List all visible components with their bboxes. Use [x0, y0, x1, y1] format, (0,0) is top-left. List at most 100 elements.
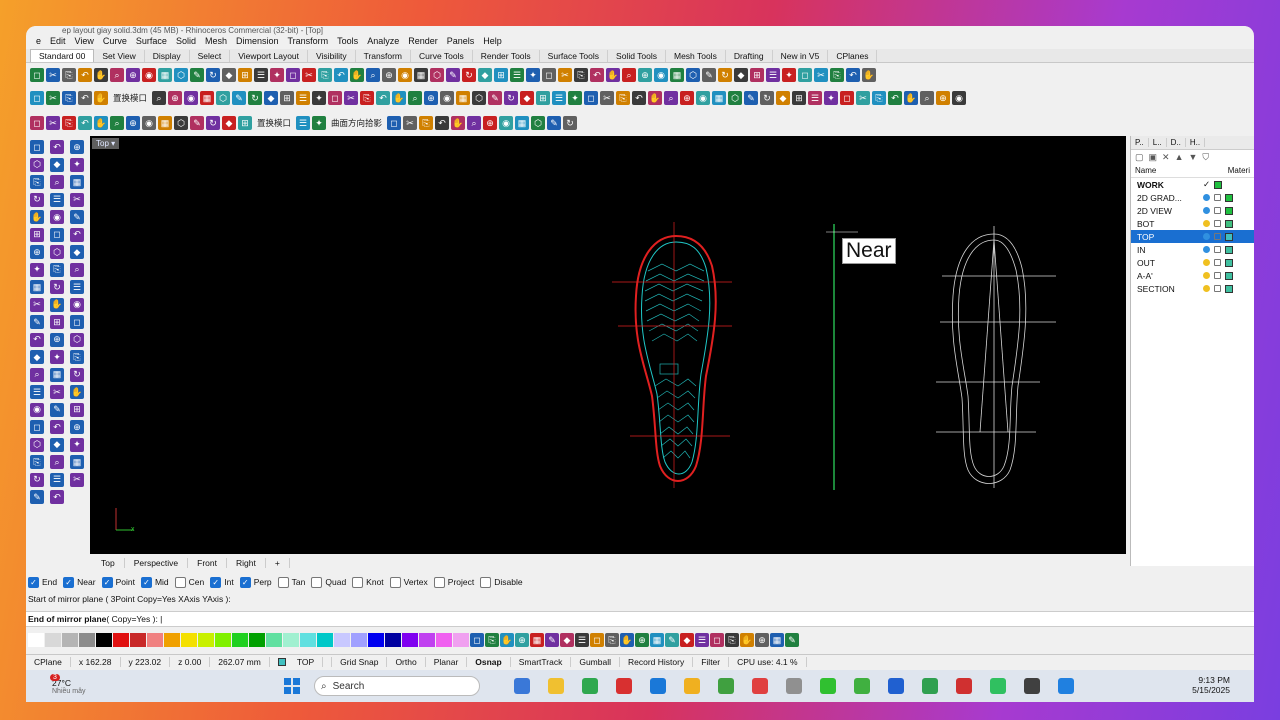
- tool-icon[interactable]: ⌕: [366, 68, 380, 82]
- tool-icon[interactable]: ◉: [952, 91, 967, 105]
- tool-icon[interactable]: ↻: [563, 116, 578, 130]
- tool-icon[interactable]: ⬡: [174, 68, 188, 82]
- tool-icon[interactable]: ↶: [846, 68, 860, 82]
- panel-tab-3[interactable]: H..: [1186, 138, 1206, 147]
- tool-icon[interactable]: ↶: [435, 116, 450, 130]
- tool-icon[interactable]: ✎: [190, 68, 204, 82]
- color-swatch[interactable]: [215, 633, 231, 647]
- tool-icon[interactable]: ⊕: [126, 68, 140, 82]
- layer-color-swatch[interactable]: [1225, 219, 1233, 228]
- color-swatch[interactable]: [28, 633, 44, 647]
- panel-tab-0[interactable]: P..: [1131, 138, 1149, 147]
- tool-icon[interactable]: ↻: [504, 91, 519, 105]
- tool-icon[interactable]: ☰: [808, 91, 823, 105]
- layer-row[interactable]: OUT: [1131, 256, 1254, 269]
- tab-render-tools[interactable]: Render Tools: [473, 49, 540, 62]
- tool-icon[interactable]: ✋: [392, 91, 407, 105]
- tool-icon[interactable]: ⎘: [725, 633, 739, 647]
- tool-icon[interactable]: ⊕: [382, 68, 396, 82]
- tool-icon[interactable]: ☰: [695, 633, 709, 647]
- tool-icon[interactable]: ◻: [542, 68, 556, 82]
- tool-icon[interactable]: ✂: [856, 91, 871, 105]
- color-swatch[interactable]: [232, 633, 248, 647]
- new-layer-icon[interactable]: ▢: [1135, 152, 1144, 163]
- tool-icon[interactable]: ↶: [334, 68, 348, 82]
- tool-icon[interactable]: ⎘: [830, 68, 844, 82]
- tool-icon[interactable]: ⎘: [70, 350, 84, 364]
- tool-icon[interactable]: ⬡: [728, 91, 743, 105]
- taskbar-app-icon[interactable]: [548, 678, 564, 694]
- tool-icon[interactable]: ✦: [568, 91, 583, 105]
- tool-icon[interactable]: ↻: [760, 91, 775, 105]
- material-column-header[interactable]: Materi: [1228, 166, 1250, 175]
- tool-icon[interactable]: ⊕: [638, 68, 652, 82]
- status-planar[interactable]: Planar: [426, 657, 468, 667]
- color-swatch[interactable]: [249, 633, 265, 647]
- tool-icon[interactable]: ✦: [70, 157, 84, 172]
- tool-icon[interactable]: ◻: [798, 68, 812, 82]
- layer-color-swatch[interactable]: [1225, 245, 1233, 254]
- tool-icon[interactable]: ▦: [70, 175, 84, 189]
- tool-icon[interactable]: ✋: [648, 91, 663, 105]
- color-swatch[interactable]: [198, 633, 214, 647]
- tab-visibility[interactable]: Visibility: [308, 49, 356, 62]
- tool-icon[interactable]: ⎘: [62, 91, 76, 105]
- layer-color-swatch[interactable]: [1225, 271, 1233, 280]
- tool-icon[interactable]: ✎: [50, 402, 64, 417]
- color-swatch[interactable]: [453, 633, 469, 647]
- osnap-mid[interactable]: ✓ Mid: [140, 576, 169, 588]
- view-tab-right[interactable]: Right: [227, 558, 266, 568]
- tool-icon[interactable]: ◉: [142, 116, 156, 130]
- tool-icon[interactable]: ⊞: [70, 402, 84, 417]
- tool-icon[interactable]: ⌕: [50, 455, 64, 469]
- tool-icon[interactable]: ⌕: [110, 116, 124, 130]
- menu-view[interactable]: View: [75, 36, 94, 46]
- status-grid-snap[interactable]: Grid Snap: [332, 657, 388, 667]
- tool-icon[interactable]: ✋: [30, 210, 44, 224]
- tab-mesh-tools[interactable]: Mesh Tools: [666, 49, 726, 62]
- tool-icon[interactable]: ✂: [344, 91, 359, 105]
- tool-icon[interactable]: ↶: [590, 68, 604, 82]
- tool-icon[interactable]: ✋: [94, 116, 108, 130]
- panel-tab-1[interactable]: L..: [1149, 138, 1167, 147]
- view-tab-perspective[interactable]: Perspective: [125, 558, 189, 568]
- tool-icon[interactable]: ✋: [94, 91, 108, 105]
- tool-icon[interactable]: ◉: [654, 68, 668, 82]
- tool-icon[interactable]: ✋: [94, 68, 108, 82]
- status-osnap[interactable]: Osnap: [467, 657, 511, 667]
- tab-transform[interactable]: Transform: [356, 49, 411, 62]
- tool-icon[interactable]: ⊕: [30, 245, 44, 259]
- osnap-disable[interactable]: Disable: [480, 576, 523, 588]
- tab-standard-00[interactable]: Standard 00: [30, 49, 95, 62]
- tool-icon[interactable]: ✂: [70, 472, 84, 487]
- taskbar-app-icon[interactable]: [684, 678, 700, 694]
- tool-icon[interactable]: ◆: [734, 68, 748, 82]
- tool-icon[interactable]: ⌕: [664, 91, 679, 105]
- taskbar-app-icon[interactable]: [616, 678, 632, 694]
- tool-icon[interactable]: ☰: [50, 472, 64, 487]
- tool-icon[interactable]: ⊞: [238, 116, 252, 130]
- tool-icon[interactable]: ▦: [515, 116, 530, 130]
- lock-icon[interactable]: [1214, 259, 1221, 266]
- tool-icon[interactable]: ⎘: [574, 68, 588, 82]
- status-layer[interactable]: TOP: [270, 657, 333, 667]
- tool-icon[interactable]: ⎘: [616, 91, 631, 105]
- lock-icon[interactable]: [1214, 220, 1221, 227]
- tool-icon[interactable]: ▦: [650, 633, 664, 647]
- taskbar-clock[interactable]: 9:13 PM 5/15/2025: [1192, 675, 1230, 695]
- tool-icon[interactable]: ↶: [50, 140, 64, 154]
- status-smarttrack[interactable]: SmartTrack: [511, 657, 572, 667]
- tool-icon[interactable]: ◻: [590, 633, 604, 647]
- layer-row[interactable]: 2D GRAD...: [1131, 191, 1254, 204]
- panel-tab-2[interactable]: D..: [1167, 138, 1186, 147]
- tab-surface-tools[interactable]: Surface Tools: [540, 49, 609, 62]
- tool-icon[interactable]: ⎘: [605, 633, 619, 647]
- tool-icon[interactable]: ✦: [782, 68, 796, 82]
- tool-icon[interactable]: ✋: [606, 68, 620, 82]
- tool-icon[interactable]: ⬡: [686, 68, 700, 82]
- tool-icon[interactable]: ✂: [302, 68, 316, 82]
- tool-icon[interactable]: ☰: [552, 91, 567, 105]
- tool-icon[interactable]: ☰: [766, 68, 780, 82]
- view-tab-add[interactable]: +: [266, 558, 290, 568]
- tool-icon[interactable]: ▦: [30, 280, 44, 294]
